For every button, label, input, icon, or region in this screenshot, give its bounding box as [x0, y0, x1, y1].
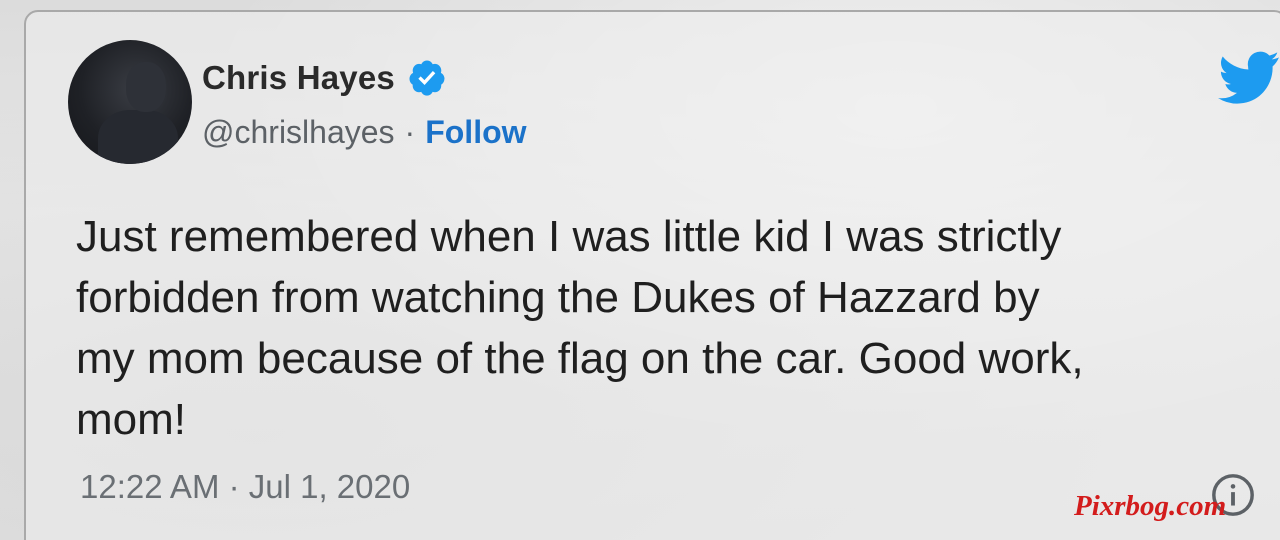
author-name-row: Chris Hayes [202, 56, 447, 100]
screenshot-page: Chris Hayes @chrislhayes · Follow Just r… [0, 0, 1280, 540]
author-handle[interactable]: @chrislhayes [202, 114, 395, 151]
tweet-timestamp[interactable]: 12:22 AM · Jul 1, 2020 [80, 468, 410, 506]
avatar[interactable] [68, 40, 192, 164]
verified-badge-icon [409, 60, 445, 96]
author-handle-row: @chrislhayes · Follow [202, 112, 527, 152]
twitter-bird-icon[interactable] [1218, 50, 1280, 104]
watermark-text: Pixrbog.com [1074, 490, 1227, 522]
author-display-name[interactable]: Chris Hayes [202, 59, 395, 97]
tweet-text: Just remembered when I was little kid I … [76, 212, 1084, 444]
handle-separator: · [404, 113, 416, 150]
follow-button[interactable]: Follow [425, 114, 526, 151]
